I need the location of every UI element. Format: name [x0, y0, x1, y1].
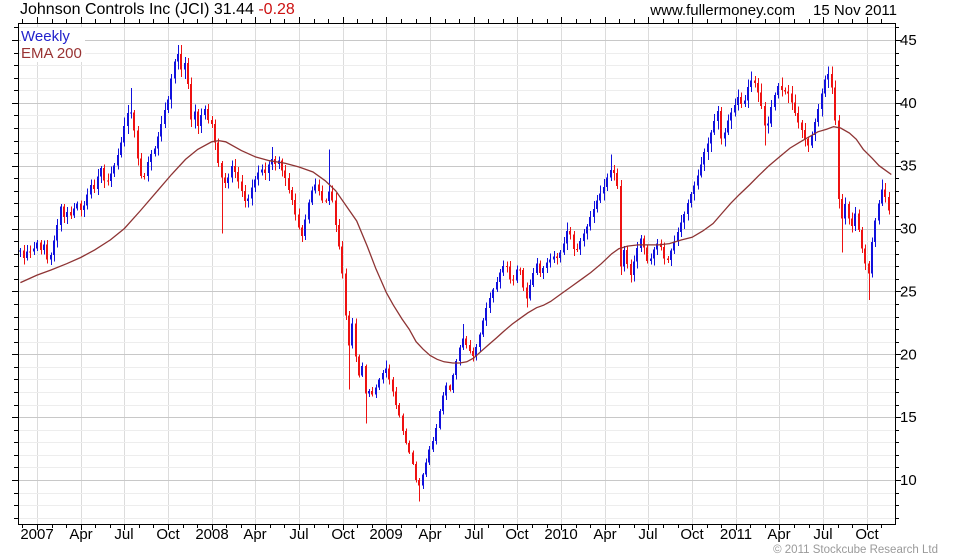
legend-timeframe: Weekly: [21, 28, 85, 45]
svg-text:35: 35: [900, 158, 917, 175]
svg-text:15: 15: [900, 409, 917, 426]
svg-text:Jul: Jul: [813, 526, 832, 543]
svg-text:Jul: Jul: [464, 526, 483, 543]
svg-text:25: 25: [900, 283, 917, 300]
svg-text:2009: 2009: [369, 526, 402, 543]
svg-text:Apr: Apr: [243, 526, 266, 543]
chart-legend: Weekly EMA 200: [21, 28, 85, 62]
svg-text:Oct: Oct: [680, 526, 704, 543]
svg-text:Jul: Jul: [638, 526, 657, 543]
svg-text:2011: 2011: [720, 526, 752, 543]
svg-text:Apr: Apr: [69, 526, 92, 543]
candlestick-chart: 10 15 20 25 30 35 40 45 2007 Apr Jul Oct 2008 Apr Jul O…: [12, 17, 917, 543]
svg-text:30: 30: [900, 221, 917, 238]
svg-text:Apr: Apr: [767, 526, 790, 543]
legend-indicator: EMA 200: [21, 45, 85, 62]
svg-text:Jul: Jul: [114, 526, 133, 543]
svg-text:10: 10: [900, 472, 917, 489]
svg-text:Jul: Jul: [289, 526, 308, 543]
chart-window: Johnson Controls Inc (JCI) 31.44 -0.28 w…: [0, 0, 980, 560]
svg-text:Apr: Apr: [418, 526, 441, 543]
svg-text:45: 45: [900, 32, 917, 49]
svg-text:2008: 2008: [195, 526, 228, 543]
svg-text:40: 40: [900, 95, 917, 112]
svg-text:20: 20: [900, 346, 917, 363]
svg-text:2007: 2007: [20, 526, 53, 543]
svg-text:2010: 2010: [544, 526, 577, 543]
svg-text:Oct: Oct: [331, 526, 355, 543]
copyright-text: © 2011 Stockcube Research Ltd: [773, 544, 938, 556]
svg-text:Oct: Oct: [855, 526, 879, 543]
svg-text:Oct: Oct: [505, 526, 529, 543]
svg-text:Apr: Apr: [593, 526, 616, 543]
svg-text:Oct: Oct: [156, 526, 180, 543]
